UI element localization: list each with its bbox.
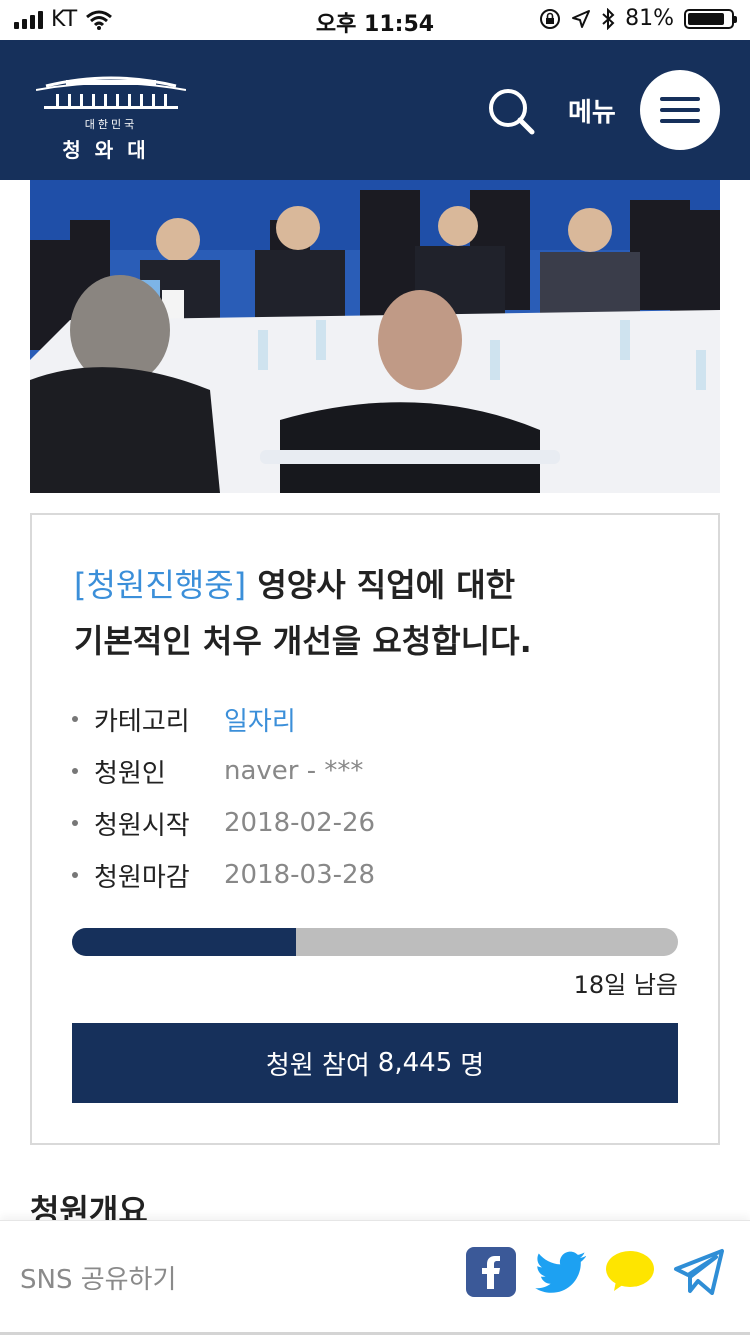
twitter-share-button[interactable] <box>534 1247 586 1299</box>
petition-info: 카테고리 일자리 청원인 naver - *** 청원시작 2018-02-26… <box>72 693 375 901</box>
info-label: 청원마감 <box>94 862 190 893</box>
blue-house-roof-icon <box>35 76 187 109</box>
petition-title: [청원진행중] 영양사 직업에 대한 기본적인 처우 개선을 요청합니다. <box>74 557 674 669</box>
search-icon <box>489 89 535 135</box>
petition-status: [청원진행중] <box>74 566 247 604</box>
hamburger-menu-button[interactable] <box>640 70 720 150</box>
petition-title-line1: 영양사 직업에 대한 <box>246 566 516 604</box>
bullet-icon <box>72 820 78 826</box>
orientation-lock-icon <box>540 8 561 29</box>
meeting-photo <box>30 180 720 493</box>
logo-subtitle: 대한민국 <box>84 118 138 131</box>
battery-percent: 81% <box>625 6 674 31</box>
location-icon <box>572 9 591 28</box>
info-row-category: 카테고리 일자리 <box>72 693 375 745</box>
site-header: 대한민국 청와대 메뉴 <box>0 40 750 180</box>
telegram-icon <box>674 1249 724 1295</box>
search-button[interactable] <box>486 86 536 136</box>
progress-fill <box>72 928 297 956</box>
participate-prefix: 청원 참여 <box>265 1050 370 1081</box>
info-label: 청원시작 <box>94 810 190 841</box>
start-date-value: 2018-02-26 <box>224 808 376 838</box>
petition-card: [청원진행중] 영양사 직업에 대한 기본적인 처우 개선을 요청합니다. 카테… <box>30 513 720 1145</box>
status-bar: KT 오후 11:54 81% <box>0 0 750 40</box>
participate-button[interactable]: 청원 참여 8,445 명 <box>72 1023 678 1103</box>
menu-label[interactable]: 메뉴 <box>568 92 616 129</box>
petition-title-line2: 기본적인 처우 개선을 요청합니다. <box>74 622 532 660</box>
days-remaining: 18일 남음 <box>573 971 678 999</box>
bullet-icon <box>72 872 78 878</box>
battery-icon <box>684 8 737 29</box>
facebook-share-button[interactable] <box>466 1247 518 1299</box>
share-bar: SNS 공유하기 <box>0 1220 750 1335</box>
participate-suffix: 명 <box>460 1050 485 1081</box>
cheongwadae-logo[interactable]: 대한민국 청와대 <box>35 68 187 162</box>
participant-count: 8,445 <box>377 1048 453 1078</box>
info-row-end-date: 청원마감 2018-03-28 <box>72 849 375 901</box>
category-link[interactable]: 일자리 <box>224 701 296 738</box>
kakaotalk-icon <box>606 1251 654 1291</box>
petition-photo <box>30 180 720 493</box>
end-date-value: 2018-03-28 <box>224 860 376 890</box>
telegram-share-button[interactable] <box>672 1247 724 1299</box>
facebook-icon <box>466 1247 516 1297</box>
info-label: 청원인 <box>94 758 166 789</box>
status-right: 81% <box>539 6 737 31</box>
info-row-petitioner: 청원인 naver - *** <box>72 745 375 797</box>
info-row-start-date: 청원시작 2018-02-26 <box>72 797 375 849</box>
bluetooth-icon <box>602 7 615 30</box>
bullet-icon <box>72 768 78 774</box>
share-label: SNS 공유하기 <box>20 1265 177 1295</box>
petitioner-value: naver - *** <box>224 756 364 786</box>
info-label: 카테고리 <box>94 706 190 737</box>
petition-progress-bar <box>72 928 678 956</box>
kakaotalk-share-button[interactable] <box>604 1247 656 1299</box>
twitter-icon <box>535 1251 586 1293</box>
bullet-icon <box>72 716 78 722</box>
logo-title: 청와대 <box>62 138 160 162</box>
